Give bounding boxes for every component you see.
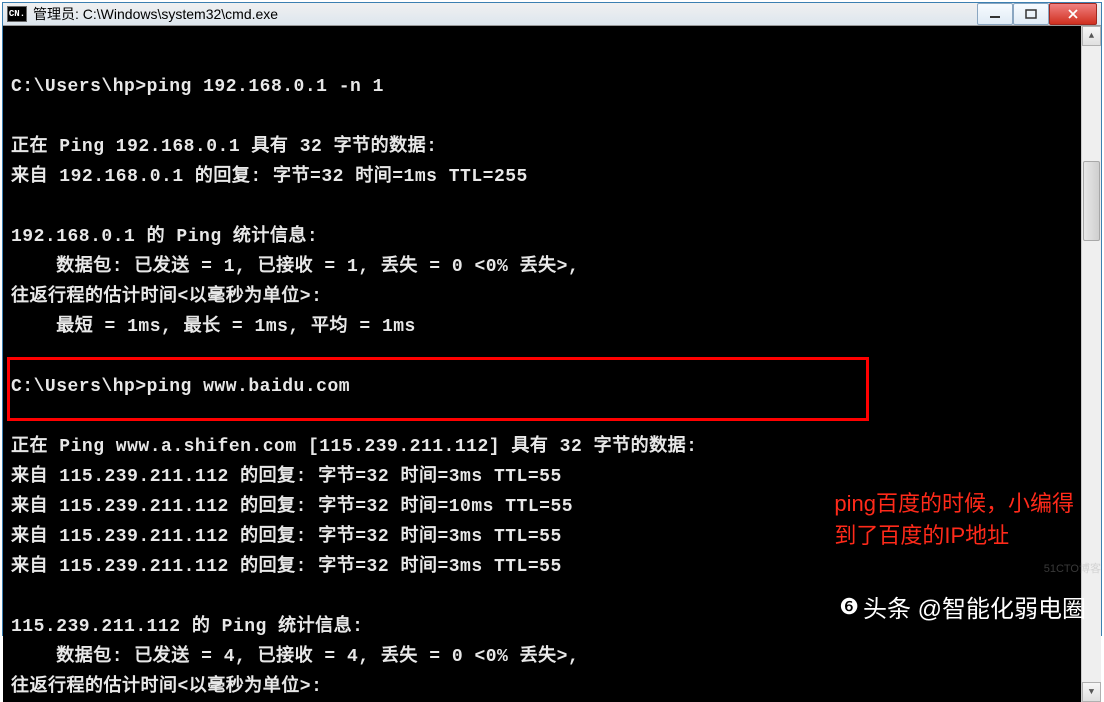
scroll-track[interactable]	[1082, 46, 1101, 682]
window-controls	[977, 3, 1097, 25]
close-button[interactable]	[1049, 3, 1097, 25]
annotation-line2: 到了百度的IP地址	[834, 520, 1074, 552]
annotation-line1: ping百度的时候，小编得	[834, 488, 1074, 520]
cmd-icon: CN.	[7, 6, 27, 22]
watermark-side: 51CTO博客	[1044, 560, 1101, 576]
annotation-text: ping百度的时候，小编得 到了百度的IP地址	[834, 488, 1074, 552]
watermark-bottom-text: 头条 @智能化弱电圈	[863, 589, 1086, 624]
watermark-bottom: ❻ 头条 @智能化弱电圈	[839, 589, 1086, 624]
minimize-button[interactable]	[977, 3, 1013, 25]
scroll-thumb[interactable]	[1083, 161, 1100, 241]
scroll-down-button[interactable]: ▼	[1082, 682, 1101, 702]
scroll-up-button[interactable]: ▲	[1082, 26, 1101, 46]
toutiao-icon: ❻	[839, 594, 857, 620]
titlebar[interactable]: CN. 管理员: C:\Windows\system32\cmd.exe	[3, 3, 1101, 26]
window-title: 管理员: C:\Windows\system32\cmd.exe	[33, 4, 977, 24]
maximize-button[interactable]	[1013, 3, 1049, 25]
